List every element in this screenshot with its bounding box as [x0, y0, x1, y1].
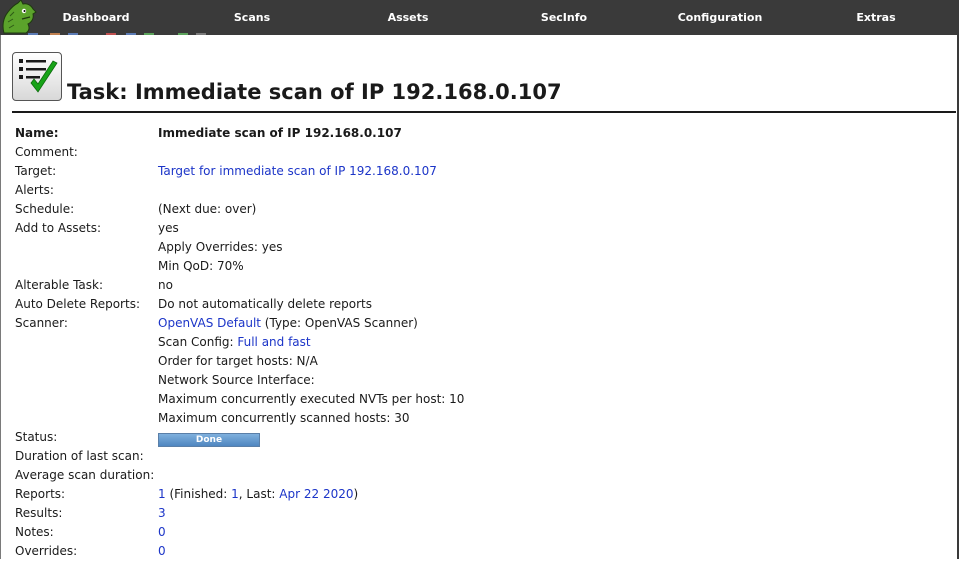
duration-label: Duration of last scan: [15, 449, 144, 463]
title-divider [12, 111, 956, 113]
scanner-type: (Type: OpenVAS Scanner) [260, 316, 418, 330]
detail-row-min-qod: Min QoD: 70% [15, 257, 945, 276]
scanner-link[interactable]: OpenVAS Default [158, 316, 261, 330]
apply-overrides-value: Apply Overrides: yes [158, 240, 283, 254]
average-duration-label: Average scan duration: [15, 468, 155, 482]
network-source-value: Network Source Interface: [158, 373, 315, 387]
toolbar-icon[interactable] [68, 33, 78, 35]
auto-delete-value: Do not automatically delete reports [158, 297, 373, 311]
detail-row-duration: Duration of last scan: [15, 447, 945, 466]
detail-row-scan-config: Scan Config: Full and fast [15, 333, 945, 352]
target-label: Target: [15, 164, 57, 178]
reports-last-date-link[interactable]: Apr 22 2020 [279, 487, 353, 501]
detail-row-notes: Notes: 0 [15, 523, 945, 542]
reports-finished-prefix: (Finished: [165, 487, 232, 501]
main-menu: Dashboard Scans Assets SecInfo Configura… [18, 0, 954, 35]
detail-row-scanner: Scanner: OpenVAS Default (Type: OpenVAS … [15, 314, 945, 333]
reports-label: Reports: [15, 487, 66, 501]
reports-suffix: ) [353, 487, 359, 501]
scan-config-prefix: Scan Config: [158, 335, 238, 349]
task-details: Name: Immediate scan of IP 192.168.0.107… [15, 124, 945, 561]
toolbar-icon[interactable] [28, 33, 38, 35]
detail-row-target: Target: Target for immediate scan of IP … [15, 162, 945, 181]
detail-row-name: Name: Immediate scan of IP 192.168.0.107 [15, 124, 945, 143]
max-nvts-value: Maximum concurrently executed NVTs per h… [158, 392, 465, 406]
page-title: Task: Immediate scan of IP 192.168.0.107 [67, 80, 562, 104]
detail-row-order-hosts: Order for target hosts: N/A [15, 352, 945, 371]
detail-row-status: Status: Done [15, 428, 945, 447]
reports-finished-link[interactable]: 1 [231, 487, 239, 501]
overrides-label: Overrides: [15, 544, 78, 558]
toolbar-icon[interactable] [144, 33, 154, 35]
detail-row-max-nvts: Maximum concurrently executed NVTs per h… [15, 390, 945, 409]
reports-value: 1 (Finished: 1, Last: Apr 22 2020) [158, 485, 358, 504]
alterable-value: no [158, 278, 173, 292]
alterable-label: Alterable Task: [15, 278, 104, 292]
detail-row-average-duration: Average scan duration: [15, 466, 945, 485]
toolbar-icons-strip [28, 33, 218, 37]
max-hosts-value: Maximum concurrently scanned hosts: 30 [158, 411, 410, 425]
detail-row-results: Results: 3 [15, 504, 945, 523]
nav-dashboard[interactable]: Dashboard [18, 11, 174, 24]
nav-assets[interactable]: Assets [330, 11, 486, 24]
detail-row-schedule: Schedule: (Next due: over) [15, 200, 945, 219]
detail-row-max-hosts: Maximum concurrently scanned hosts: 30 [15, 409, 945, 428]
nav-secinfo[interactable]: SecInfo [486, 11, 642, 24]
comment-label: Comment: [15, 145, 78, 159]
schedule-label: Schedule: [15, 202, 75, 216]
scanner-label: Scanner: [15, 316, 68, 330]
detail-row-add-to-assets: Add to Assets: yes [15, 219, 945, 238]
detail-row-alterable: Alterable Task: no [15, 276, 945, 295]
name-label: Name: [15, 126, 59, 140]
scan-config-link[interactable]: Full and fast [237, 335, 310, 349]
schedule-value: (Next due: over) [158, 202, 257, 216]
overrides-link[interactable]: 0 [158, 542, 166, 561]
toolbar-icon[interactable] [178, 33, 188, 35]
task-list-icon [12, 52, 62, 101]
alerts-label: Alerts: [15, 183, 54, 197]
results-link[interactable]: 3 [158, 504, 166, 523]
detail-row-network-source: Network Source Interface: [15, 371, 945, 390]
top-navigation-bar: Dashboard Scans Assets SecInfo Configura… [0, 0, 959, 35]
notes-label: Notes: [15, 525, 54, 539]
toolbar-icon[interactable] [50, 33, 60, 35]
reports-last-prefix: , Last: [238, 487, 280, 501]
detail-row-overrides: Overrides: 0 [15, 542, 945, 561]
name-value: Immediate scan of IP 192.168.0.107 [158, 126, 402, 140]
left-edge [0, 35, 1, 559]
toolbar-icon[interactable] [196, 33, 206, 35]
scanner-value: OpenVAS Default (Type: OpenVAS Scanner) [158, 314, 418, 333]
auto-delete-label: Auto Delete Reports: [15, 297, 140, 311]
min-qod-value: Min QoD: 70% [158, 259, 244, 273]
toolbar-icon[interactable] [126, 33, 136, 35]
detail-row-apply-overrides: Apply Overrides: yes [15, 238, 945, 257]
detail-row-alerts: Alerts: [15, 181, 945, 200]
reports-count-link[interactable]: 1 [158, 487, 166, 501]
detail-row-reports: Reports: 1 (Finished: 1, Last: Apr 22 20… [15, 485, 945, 504]
toolbar-icon[interactable] [106, 33, 116, 35]
scan-config-value: Scan Config: Full and fast [158, 333, 311, 352]
detail-row-auto-delete: Auto Delete Reports: Do not automaticall… [15, 295, 945, 314]
target-link[interactable]: Target for immediate scan of IP 192.168.… [158, 162, 437, 181]
results-label: Results: [15, 506, 63, 520]
nav-configuration[interactable]: Configuration [642, 11, 798, 24]
nav-scans[interactable]: Scans [174, 11, 330, 24]
detail-row-comment: Comment: [15, 143, 945, 162]
status-progress-bar: Done [158, 433, 260, 447]
notes-link[interactable]: 0 [158, 523, 166, 542]
add-to-assets-label: Add to Assets: [15, 221, 102, 235]
add-to-assets-value: yes [158, 221, 179, 235]
status-label: Status: [15, 430, 58, 444]
order-hosts-value: Order for target hosts: N/A [158, 354, 318, 368]
nav-extras[interactable]: Extras [798, 11, 954, 24]
